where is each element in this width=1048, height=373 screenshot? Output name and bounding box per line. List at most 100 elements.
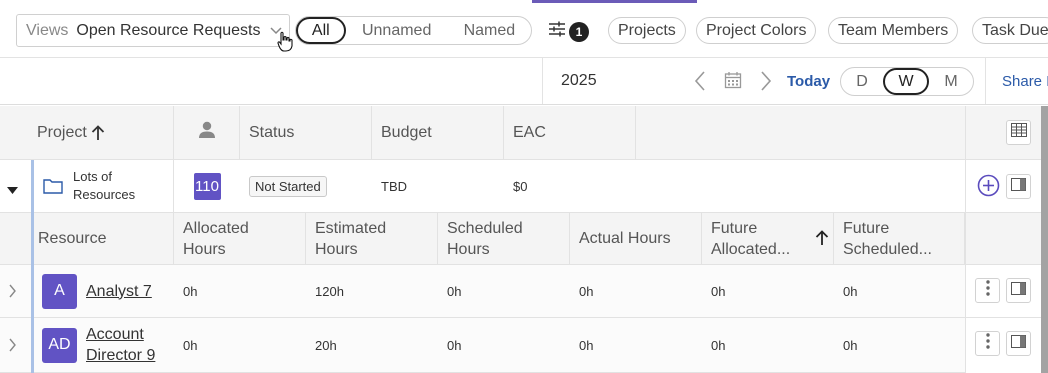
budget-column-header[interactable]: Budget xyxy=(372,106,504,159)
side-panel-icon xyxy=(1011,334,1026,353)
member-count-cell: 110 xyxy=(174,160,240,212)
scale-day[interactable]: D xyxy=(841,68,883,95)
task-due-pill[interactable]: Task Due xyxy=(972,17,1048,44)
resource-name-link[interactable]: Analyst 7 xyxy=(86,281,152,302)
actions-header xyxy=(966,106,1041,160)
projects-pill[interactable]: Projects xyxy=(608,17,686,44)
side-panel-icon xyxy=(1011,177,1026,196)
avatar: AD xyxy=(42,327,77,363)
resource-name-cell: A Analyst 7 xyxy=(34,265,174,317)
scale-month[interactable]: M xyxy=(929,68,973,95)
project-colors-pill[interactable]: Project Colors xyxy=(696,17,817,44)
scheduled-header-line2: Hours xyxy=(447,240,490,258)
project-column-header[interactable]: Project xyxy=(0,106,174,159)
views-label: Views xyxy=(26,21,69,39)
add-circle-icon[interactable] xyxy=(977,174,1000,202)
allocated-header-line1: Allocated xyxy=(183,219,249,237)
calendar-toolbar: 2025 Today D W M Share F xyxy=(0,58,1048,105)
scale-week[interactable]: W xyxy=(883,68,929,95)
members-column-header[interactable] xyxy=(174,106,240,159)
scheduled-hours-cell: 0h xyxy=(447,337,462,353)
project-name-line1: Lots of xyxy=(73,169,113,184)
resource-name-line1: Account xyxy=(86,326,144,343)
actual-hours-header[interactable]: Actual Hours xyxy=(570,213,702,264)
sort-ascending-icon xyxy=(91,124,105,141)
team-members-pill[interactable]: Team Members xyxy=(828,17,959,44)
budget-cell: TBD xyxy=(381,178,407,194)
actual-hours-cell: 0h xyxy=(579,283,594,299)
side-panel-button[interactable] xyxy=(1006,278,1031,303)
allocated-hours-header[interactable]: Allocated Hours xyxy=(174,213,306,264)
resource-name-line2: Director 9 xyxy=(86,347,156,364)
sliders-icon xyxy=(548,20,566,43)
future-scheduled-header[interactable]: Future Scheduled... xyxy=(834,213,965,264)
time-scale-toggle: D W M xyxy=(840,67,974,96)
allocated-hours-cell: 0h xyxy=(183,283,198,299)
today-button[interactable]: Today xyxy=(787,73,830,90)
eac-column-header[interactable]: EAC xyxy=(504,106,636,159)
project-actions xyxy=(966,160,1041,213)
table-row: AD Account Director 9 0h 20h 0h 0h 0h 0h xyxy=(0,318,1048,373)
row-actions-panel xyxy=(965,106,1041,373)
allocated-header-line2: Hours xyxy=(183,240,226,258)
future-allocated-header[interactable]: Future Allocated... xyxy=(702,213,834,264)
views-dropdown[interactable]: Views Open Resource Requests xyxy=(16,14,290,47)
future-scheduled-header-line1: Future xyxy=(843,219,890,237)
project-name-line2: Resources xyxy=(73,187,136,202)
estimated-hours-cell: 120h xyxy=(315,283,344,299)
resource-header-actions xyxy=(966,213,1041,265)
more-options-button[interactable] xyxy=(975,331,1000,356)
estimated-hours-header[interactable]: Estimated Hours xyxy=(306,213,438,264)
filter-count-badge: 1 xyxy=(569,21,589,42)
tab-all[interactable]: All xyxy=(296,17,346,44)
caret-down-icon[interactable] xyxy=(7,182,18,200)
year-label: 2025 xyxy=(561,72,597,89)
resource-column-header[interactable]: Resource xyxy=(34,213,174,264)
status-badge[interactable]: Not Started xyxy=(249,175,327,197)
future-scheduled-header-line2: Scheduled... xyxy=(843,240,932,258)
resource-name-link[interactable]: Account Director 9 xyxy=(86,324,155,366)
project-header-label: Project xyxy=(37,123,87,141)
chevron-right-icon[interactable] xyxy=(8,284,17,303)
future-scheduled-cell: 0h xyxy=(843,283,858,299)
chevron-right-icon[interactable] xyxy=(759,70,773,97)
resource-grid: Project Status Budget EAC Lots of Resour… xyxy=(0,106,1048,373)
side-panel-button[interactable] xyxy=(1006,174,1031,199)
resource-header-row: Resource Allocated Hours Estimated Hours… xyxy=(0,213,1048,265)
more-options-button[interactable] xyxy=(975,278,1000,303)
folder-icon xyxy=(43,178,63,194)
table-row: A Analyst 7 0h 120h 0h 0h 0h 0h xyxy=(0,265,1048,318)
column-settings-button[interactable] xyxy=(1006,120,1031,145)
scheduled-hours-cell: 0h xyxy=(447,283,462,299)
more-vertical-icon xyxy=(985,280,990,301)
resource-name-cell: AD Account Director 9 xyxy=(34,318,174,372)
chevron-right-icon[interactable] xyxy=(8,338,17,357)
vertical-scrollbar[interactable] xyxy=(1041,106,1048,373)
project-header-row: Project Status Budget EAC xyxy=(0,106,1048,160)
estimated-header-line1: Estimated xyxy=(315,219,387,237)
side-panel-button[interactable] xyxy=(1006,331,1031,356)
filters-button[interactable]: 1 xyxy=(548,20,589,43)
project-name: Lots of Resources xyxy=(73,168,135,204)
actual-hours-cell: 0h xyxy=(579,337,594,353)
eac-cell: $0 xyxy=(513,178,528,194)
tab-named[interactable]: Named xyxy=(448,17,531,44)
tab-unnamed[interactable]: Unnamed xyxy=(346,17,448,44)
project-row: Lots of Resources 110 Not Started TBD $0 xyxy=(0,160,1048,213)
project-name-cell[interactable]: Lots of Resources xyxy=(34,160,174,212)
calendar-icon[interactable] xyxy=(724,71,742,94)
allocated-hours-cell: 0h xyxy=(183,337,198,353)
columns-icon xyxy=(1010,123,1027,142)
estimated-hours-cell: 20h xyxy=(315,337,337,353)
share-button[interactable]: Share F xyxy=(1002,73,1048,90)
resource-row-actions xyxy=(966,318,1041,373)
future-allocated-header-line2: Allocated... xyxy=(711,240,791,258)
status-column-header[interactable]: Status xyxy=(240,106,372,159)
scheduled-hours-header[interactable]: Scheduled Hours xyxy=(438,213,570,264)
top-toolbar: Views Open Resource Requests All Unnamed… xyxy=(0,0,1048,58)
resource-count-badge[interactable]: 110 xyxy=(193,172,221,200)
side-panel-icon xyxy=(1011,281,1026,300)
resource-row-actions xyxy=(966,265,1041,318)
active-tab-indicator xyxy=(532,0,697,3)
chevron-left-icon[interactable] xyxy=(693,70,707,97)
